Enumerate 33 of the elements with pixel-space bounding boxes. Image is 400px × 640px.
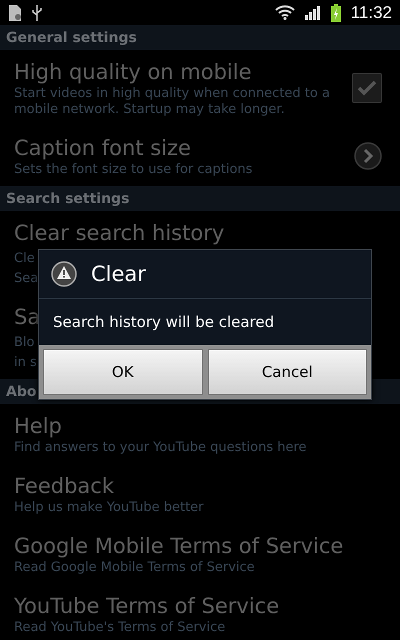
wifi-icon <box>274 5 295 20</box>
usb-icon <box>32 4 42 20</box>
setting-title[interactable]: YouTube Terms of Service <box>14 592 386 620</box>
setting-summary: Blo <box>14 335 34 350</box>
chevron-icon[interactable] <box>354 142 382 170</box>
setting-summary: Sea <box>14 271 38 286</box>
setting-title[interactable]: Caption font size <box>14 134 354 162</box>
dialog-message: Search history will be cleared <box>53 313 274 331</box>
sd-card-icon <box>8 4 22 20</box>
setting-summary: Cle <box>14 251 35 266</box>
dialog-button[interactable]: OK <box>43 349 202 395</box>
battery-icon <box>330 4 341 22</box>
section-header: Search settings <box>0 186 400 211</box>
check-icon <box>357 80 377 96</box>
dialog-title: Clear <box>91 262 146 286</box>
setting-summary: Read YouTube's Terms of Service <box>14 620 226 636</box>
checkbox[interactable] <box>352 73 382 103</box>
signal-icon <box>304 5 321 20</box>
dialog-button[interactable]: Cancel <box>208 349 367 395</box>
setting-summary: Help us make YouTube better <box>14 500 205 516</box>
setting-title[interactable]: High quality on mobile <box>14 58 352 86</box>
setting-summary: Find answers to your YouTube questions here <box>14 440 308 456</box>
setting-summary: Sets the font size to use for captions <box>14 162 254 178</box>
setting-summary: in s <box>14 355 37 370</box>
section-header: General settings <box>0 25 400 50</box>
setting-title[interactable]: Feedback <box>14 472 386 500</box>
setting-title[interactable]: Help <box>14 412 386 440</box>
clock: 11:32 <box>350 2 392 22</box>
warning-icon <box>51 261 77 287</box>
setting-summary: Start videos in high quality when connected to a mobile network. Startup may take longer. <box>14 86 331 118</box>
setting-title[interactable]: Google Mobile Terms of Service <box>14 532 386 560</box>
setting-title[interactable]: Clear search history <box>14 219 386 247</box>
setting-summary: Read Google Mobile Terms of Service <box>14 560 256 576</box>
